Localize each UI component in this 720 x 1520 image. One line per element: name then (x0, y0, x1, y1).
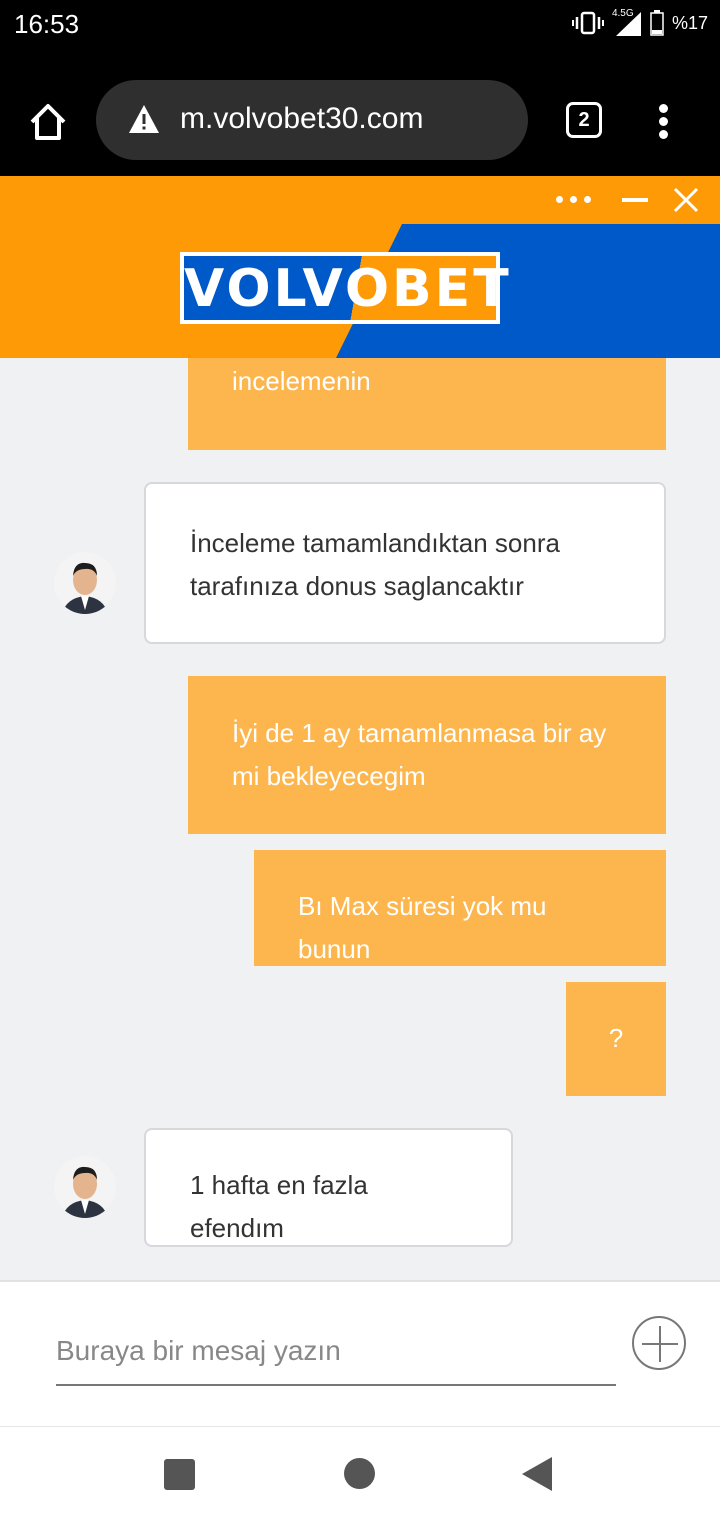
tabs-button[interactable]: 2 (566, 102, 602, 138)
more-icon[interactable] (556, 196, 596, 206)
system-nav-bar (0, 1426, 720, 1520)
plus-icon[interactable] (632, 1316, 686, 1370)
battery-percent: %17 (671, 12, 708, 33)
overflow-menu-icon[interactable] (650, 104, 678, 140)
home-button[interactable] (26, 100, 70, 144)
agent-avatar (54, 552, 116, 614)
status-time: 16:53 (14, 9, 80, 39)
url-text: m.volvobet30.com (180, 102, 424, 135)
agent-avatar (54, 1156, 116, 1218)
back-icon[interactable] (522, 1457, 552, 1491)
close-icon[interactable] (672, 186, 700, 214)
message-bubble-user: Bı Max süresi yok mu bunun (254, 850, 666, 966)
vibrate-icon (571, 11, 604, 35)
chat-header-controls (0, 176, 720, 224)
message-bubble-user: ? (566, 982, 666, 1096)
battery-icon (650, 10, 664, 36)
status-bar: 16:53 4.5G %17 (0, 0, 720, 50)
message-bubble-agent: 1 hafta en fazla efendım (144, 1128, 513, 1247)
message-composer (0, 1280, 720, 1426)
signal-icon: 4.5G (612, 8, 642, 36)
message-input[interactable] (56, 1318, 616, 1386)
minimize-icon[interactable] (622, 198, 648, 202)
message-bubble-agent: İnceleme tamamlandıktan sonra tarafınıza… (144, 482, 666, 644)
warning-icon (129, 105, 159, 133)
home-icon (30, 104, 66, 140)
recents-icon[interactable] (164, 1459, 195, 1490)
status-icons: 4.5G %17 (571, 8, 708, 36)
home-nav-icon[interactable] (344, 1458, 375, 1489)
brand-logo: VOLVOBET (180, 252, 509, 324)
message-bubble-user: incelemenin (188, 358, 666, 450)
browser-toolbar: m.volvobet30.com 2 (0, 50, 720, 176)
chat-header: VOLVOBET (0, 176, 720, 358)
message-bubble-user: İyi de 1 ay tamamlanmasa bir ay mi bekle… (188, 676, 666, 834)
address-bar[interactable]: m.volvobet30.com (96, 80, 528, 160)
chat-messages: incelemenin İnceleme tamamlandıktan sonr… (0, 358, 720, 1280)
